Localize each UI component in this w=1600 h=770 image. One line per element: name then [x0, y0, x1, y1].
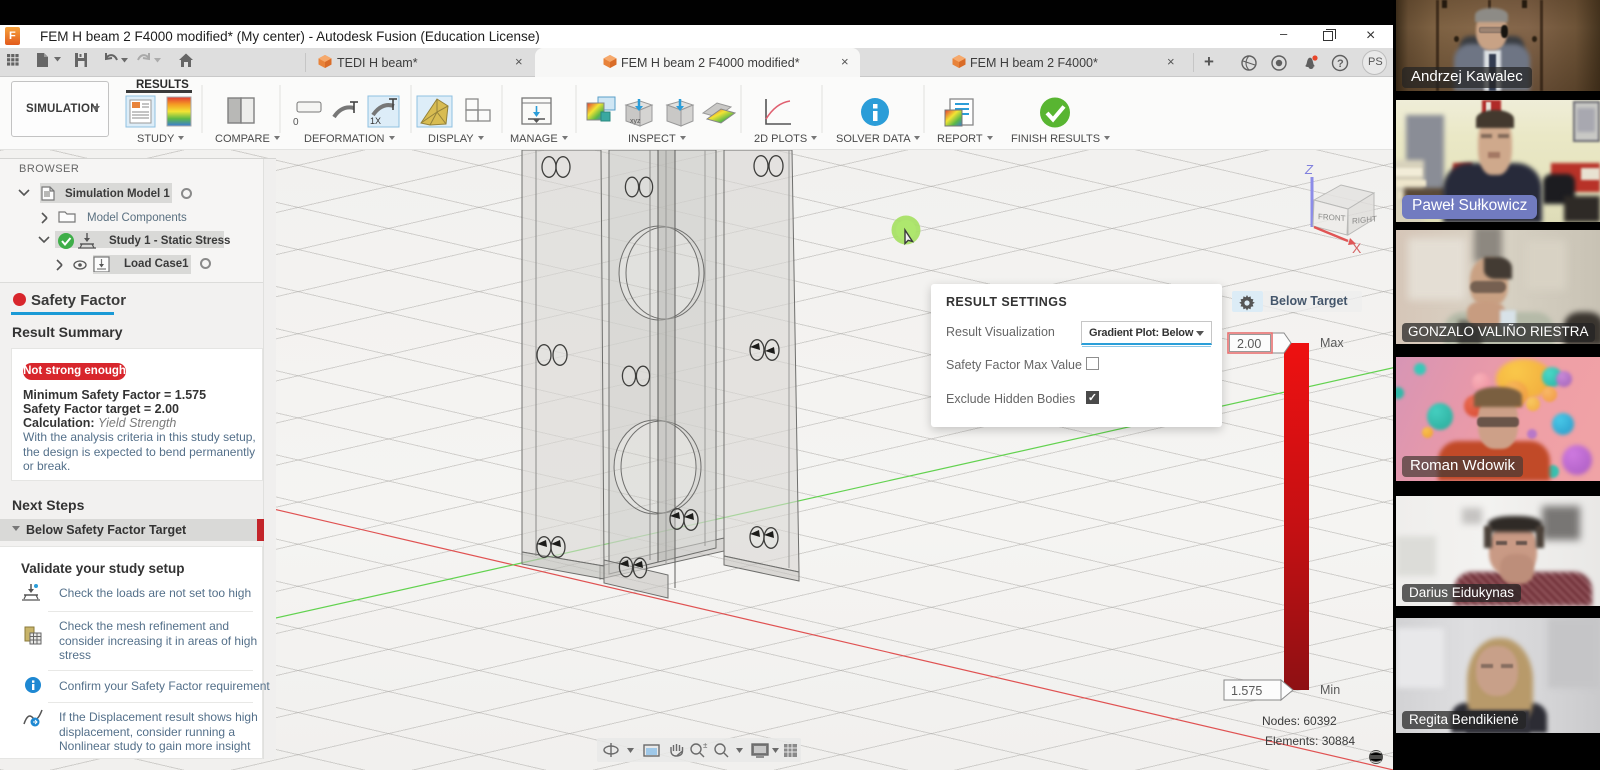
svg-text:Max: Max [1320, 336, 1344, 350]
svg-text:1.575: 1.575 [1231, 684, 1262, 698]
svg-text:0: 0 [293, 117, 299, 128]
svg-text:1X: 1X [370, 116, 381, 126]
svg-text:X: X [1352, 240, 1362, 256]
svg-text:±: ± [703, 741, 708, 750]
svg-text:?: ? [1337, 58, 1344, 70]
svg-text:2.00: 2.00 [1237, 337, 1261, 351]
svg-text:Min: Min [1320, 683, 1340, 697]
svg-text:Z: Z [1304, 162, 1314, 177]
svg-text:xyz: xyz [630, 118, 641, 125]
svg-text:RIGHT: RIGHT [1352, 214, 1377, 226]
